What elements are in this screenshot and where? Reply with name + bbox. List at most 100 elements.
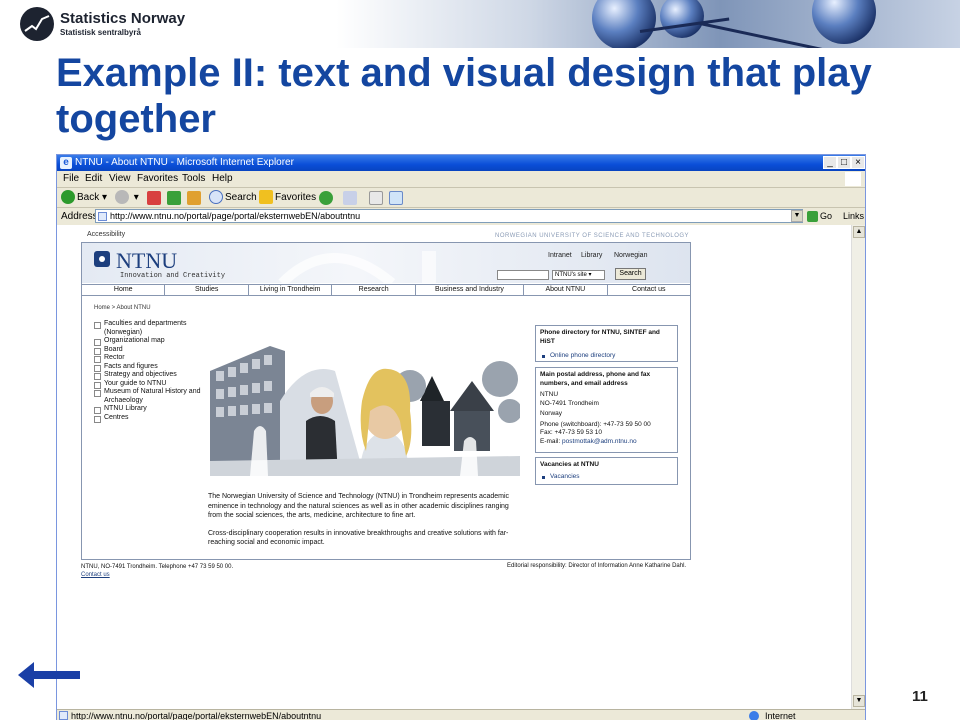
- left-nav-item[interactable]: Centres: [94, 414, 204, 422]
- decorative-orb: [592, 0, 656, 48]
- home-icon[interactable]: [187, 191, 201, 205]
- left-nav-item[interactable]: Strategy and objectives: [94, 371, 204, 380]
- left-nav-item[interactable]: Faculties and departments (Norwegian): [94, 320, 204, 337]
- left-nav-item[interactable]: Board: [94, 346, 204, 354]
- minimize-icon[interactable]: _: [823, 156, 837, 169]
- menu-tools[interactable]: Tools: [182, 173, 205, 184]
- menu-bar: File Edit View Favorites Tools Help: [57, 171, 865, 188]
- window-title: NTNU - About NTNU - Microsoft Internet E…: [75, 157, 294, 168]
- left-nav-item[interactable]: Organizational map: [94, 337, 204, 346]
- favorites-label: Favorites: [275, 192, 317, 203]
- address-line: NTNU: [540, 391, 559, 398]
- back-label: Back: [77, 192, 100, 203]
- forward-arrow-icon: [115, 190, 129, 205]
- footer-contact-link[interactable]: Contact us: [81, 571, 233, 579]
- site-search-button[interactable]: Search: [615, 268, 646, 280]
- left-nav-item[interactable]: Rector: [94, 354, 204, 363]
- back-arrow-icon[interactable]: [18, 660, 82, 690]
- nav-home[interactable]: Home: [82, 285, 166, 295]
- scroll-up-icon[interactable]: ▲: [853, 226, 865, 238]
- left-nav-item[interactable]: Museum of Natural History and Archaeolog…: [94, 388, 204, 405]
- site-header: NTNU Innovation and Creativity Intranet …: [82, 243, 690, 283]
- nav-living[interactable]: Living in Trondheim: [249, 285, 333, 295]
- nav-studies[interactable]: Studies: [165, 285, 249, 295]
- footer-editorial: Editorial responsibility: Director of In…: [507, 563, 687, 569]
- page-icon: [98, 212, 107, 221]
- menu-favorites[interactable]: Favorites: [137, 173, 178, 184]
- favorites-star-icon: [259, 190, 273, 205]
- menu-edit[interactable]: Edit: [85, 173, 102, 184]
- print-icon[interactable]: [369, 191, 383, 205]
- intranet-link[interactable]: Intranet: [548, 252, 572, 259]
- email-link[interactable]: postmottak@adm.ntnu.no: [562, 438, 637, 445]
- edit-icon[interactable]: [389, 191, 403, 205]
- ntnu-logo[interactable]: NTNU: [116, 248, 177, 274]
- vacancies-box: Vacancies at NTNU Vacancies: [535, 457, 678, 485]
- main-nav: Home Studies Living in Trondheim Researc…: [82, 284, 690, 296]
- left-nav: Faculties and departments (Norwegian) Or…: [94, 320, 204, 422]
- address-dropdown-icon[interactable]: ▼: [791, 210, 803, 222]
- forward-button[interactable]: ▾: [115, 190, 139, 206]
- left-nav-item[interactable]: NTNU Library: [94, 405, 204, 414]
- breadcrumb[interactable]: Home > About NTNU: [94, 305, 151, 311]
- toolbar: Back ▾ ▾ Search Favorites: [57, 188, 865, 208]
- history-icon[interactable]: [319, 191, 333, 205]
- nav-research[interactable]: Research: [332, 285, 416, 295]
- vertical-scrollbar[interactable]: ▲ ▼: [851, 225, 865, 709]
- address-box-title: Main postal address, phone and fax numbe…: [540, 371, 651, 387]
- fax-number: Fax: +47-73 59 53 10: [540, 429, 602, 436]
- go-button[interactable]: Go: [807, 208, 832, 224]
- links-button[interactable]: Links: [843, 208, 864, 224]
- address-input[interactable]: http://www.ntnu.no/portal/page/portal/ek…: [95, 209, 803, 223]
- maximize-icon[interactable]: □: [837, 156, 851, 169]
- ntnu-logo-icon: [94, 251, 110, 267]
- scroll-down-icon[interactable]: ▼: [853, 695, 865, 707]
- nav-business[interactable]: Business and Industry: [416, 285, 525, 295]
- left-nav-item[interactable]: Facts and figures: [94, 363, 204, 371]
- phone-number: Phone (switchboard): +47-73 59 50 00: [540, 420, 651, 428]
- go-arrow-icon: [807, 211, 818, 223]
- stop-icon[interactable]: [147, 191, 161, 205]
- back-arrow-icon: [61, 190, 75, 205]
- address-line: NO-7491 Trondheim: [540, 399, 599, 407]
- nav-about[interactable]: About NTNU: [524, 285, 608, 295]
- address-line: Norway: [540, 410, 563, 417]
- page-viewport: Accessibility NORWEGIAN UNIVERSITY OF SC…: [57, 225, 851, 709]
- security-zone: Internet: [765, 711, 796, 720]
- address-bar: Address http://www.ntnu.no/portal/page/p…: [57, 208, 865, 225]
- library-link[interactable]: Library: [581, 252, 602, 259]
- about-text: The Norwegian University of Science and …: [208, 492, 524, 548]
- vacancies-link[interactable]: Vacancies: [540, 473, 673, 482]
- search-button[interactable]: Search: [209, 190, 257, 206]
- search-icon: [209, 190, 223, 205]
- search-label: Search: [225, 192, 257, 203]
- browser-window: e NTNU - About NTNU - Microsoft Internet…: [56, 154, 866, 720]
- phone-directory-link[interactable]: Online phone directory: [540, 352, 673, 361]
- mail-icon[interactable]: [343, 191, 357, 205]
- close-icon[interactable]: ×: [851, 156, 865, 169]
- left-nav-item[interactable]: Your guide to NTNU: [94, 380, 204, 388]
- site-search-input[interactable]: [497, 270, 549, 280]
- vacancies-box-title: Vacancies at NTNU: [540, 461, 599, 468]
- nav-contact[interactable]: Contact us: [608, 285, 690, 295]
- internet-zone-icon: [749, 711, 759, 720]
- footer-address: NTNU, NO-7491 Trondheim. Telephone +47 7…: [81, 564, 234, 570]
- back-button[interactable]: Back ▾: [61, 190, 107, 206]
- accessibility-link[interactable]: Accessibility: [87, 231, 125, 238]
- phone-box-title: Phone directory for NTNU, SINTEF and HiS…: [540, 329, 660, 345]
- menu-view[interactable]: View: [109, 173, 131, 184]
- favorites-button[interactable]: Favorites: [259, 190, 316, 206]
- refresh-icon[interactable]: [167, 191, 181, 205]
- statistics-norway-logo-icon: [20, 7, 54, 41]
- search-scope-select[interactable]: NTNU's site ▾: [552, 270, 605, 280]
- go-label: Go: [820, 211, 833, 221]
- university-name: NORWEGIAN UNIVERSITY OF SCIENCE AND TECH…: [495, 233, 690, 239]
- site-footer: NTNU, NO-7491 Trondheim. Telephone +47 7…: [81, 563, 233, 579]
- decorative-orb: [812, 0, 876, 44]
- norwegian-link[interactable]: Norwegian: [614, 252, 647, 259]
- slide-number: 11: [912, 688, 928, 705]
- browser-titlebar: e NTNU - About NTNU - Microsoft Internet…: [57, 155, 865, 171]
- menu-help[interactable]: Help: [212, 173, 233, 184]
- menu-file[interactable]: File: [63, 173, 79, 184]
- header-pattern-icon: [278, 251, 436, 283]
